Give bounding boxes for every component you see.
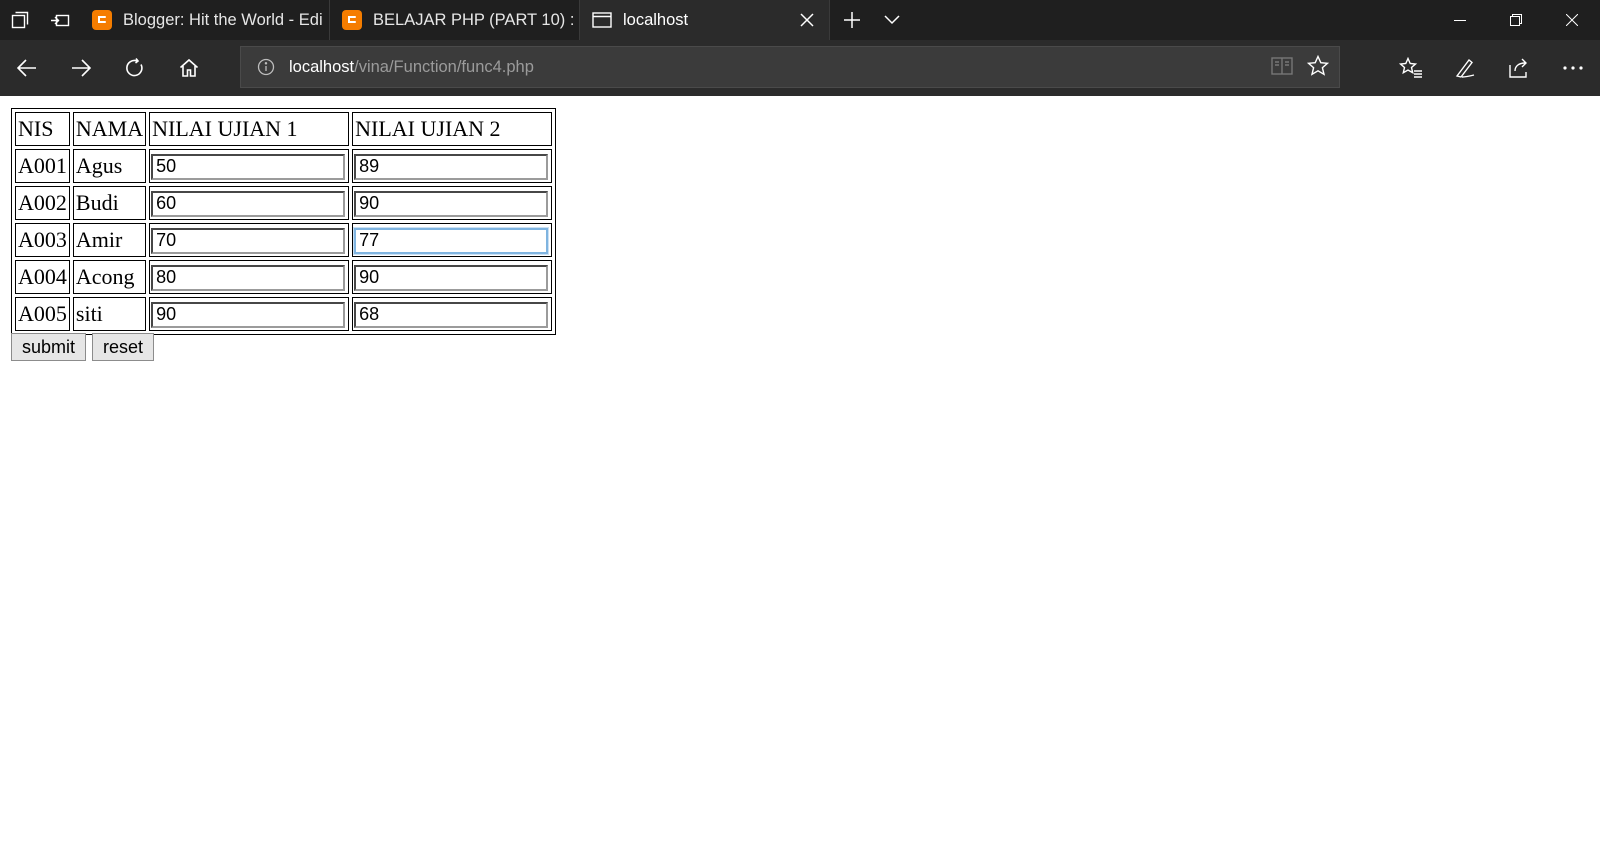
new-tab-button[interactable]: [830, 0, 874, 40]
nis-cell: A004: [15, 260, 70, 294]
forward-button[interactable]: [54, 40, 108, 96]
star-icon: [1306, 54, 1330, 76]
navigation-bar: localhost/vina/Function/func4.php: [0, 40, 1600, 96]
nilai-ujian-1-input[interactable]: [151, 301, 346, 328]
restore-icon: [1510, 14, 1522, 26]
nilai-ujian-2-input[interactable]: [354, 301, 549, 328]
url-text: localhost/vina/Function/func4.php: [289, 58, 534, 77]
page-content: NIS NAMA NILAI UJIAN 1 NILAI UJIAN 2 A00…: [0, 96, 1600, 850]
reading-view-icon: [1271, 56, 1293, 75]
pen-icon: [1455, 58, 1475, 78]
share-button[interactable]: [1492, 40, 1546, 96]
table-row: A001 Agus: [15, 149, 553, 183]
submit-button[interactable]: submit: [11, 333, 87, 361]
column-header-nilai-ujian-2: NILAI UJIAN 2: [352, 112, 553, 146]
set-aside-icon: [51, 14, 70, 27]
url-host: localhost: [289, 57, 355, 76]
table-row: A005 siti: [15, 297, 553, 331]
reading-view-button[interactable]: [1271, 56, 1293, 81]
table-header-row: NIS NAMA NILAI UJIAN 1 NILAI UJIAN 2: [15, 112, 553, 146]
table-row: A003 Amir: [15, 223, 553, 257]
refresh-button[interactable]: [108, 40, 162, 96]
tab-list-button[interactable]: [874, 0, 910, 40]
minimize-button[interactable]: [1432, 0, 1488, 40]
nis-cell: A005: [15, 297, 70, 331]
tab-blogger[interactable]: Blogger: Hit the World - Edi: [80, 0, 330, 40]
column-header-nilai-ujian-1: NILAI UJIAN 1: [149, 112, 350, 146]
close-window-button[interactable]: [1544, 0, 1600, 40]
minimize-icon: [1454, 20, 1466, 21]
form-buttons: submit reset: [11, 333, 155, 361]
favorites-hub-button[interactable]: [1384, 40, 1438, 96]
favorites-icon: [1399, 57, 1422, 78]
tab-strip: Blogger: Hit the World - Edi BELAJAR PHP…: [0, 0, 1600, 40]
nilai-ujian-2-input[interactable]: [354, 190, 549, 217]
page-icon: [592, 12, 612, 28]
nilai-ujian-2-input[interactable]: [353, 226, 550, 255]
nilai-ujian-1-input[interactable]: [151, 190, 346, 217]
chevron-down-icon: [884, 15, 900, 25]
nilai-ujian-1-input[interactable]: [151, 264, 346, 291]
tab-localhost[interactable]: localhost: [580, 0, 830, 40]
nama-cell: Acong: [72, 260, 147, 294]
refresh-icon: [126, 58, 143, 77]
home-icon: [179, 58, 199, 77]
blogger-icon: [92, 10, 112, 30]
plus-icon: [844, 12, 860, 28]
web-note-button[interactable]: [1438, 40, 1492, 96]
tab-title: Blogger: Hit the World - Edi: [123, 10, 323, 29]
url-path: /vina/Function/func4.php: [354, 57, 534, 76]
info-icon: [257, 58, 275, 76]
set-aside-tabs-button[interactable]: [40, 0, 80, 40]
address-bar[interactable]: localhost/vina/Function/func4.php: [240, 46, 1340, 88]
more-menu-button[interactable]: [1546, 40, 1600, 96]
arrow-left-icon: [17, 59, 36, 77]
column-header-nama: NAMA: [72, 112, 147, 146]
tabs-preview-icon: [11, 11, 29, 29]
nis-cell: A002: [15, 186, 70, 220]
back-button[interactable]: [0, 40, 54, 96]
table-row: A004 Acong: [15, 260, 553, 294]
nilai-ujian-1-input[interactable]: [151, 227, 346, 254]
share-icon: [1509, 58, 1527, 78]
nilai-ujian-2-input[interactable]: [354, 153, 549, 180]
grades-table: NIS NAMA NILAI UJIAN 1 NILAI UJIAN 2 A00…: [11, 108, 557, 335]
arrow-right-icon: [72, 59, 91, 77]
reset-button[interactable]: reset: [92, 333, 155, 361]
nilai-ujian-1-input[interactable]: [151, 153, 346, 180]
column-header-nis: NIS: [15, 112, 70, 146]
favorite-star-button[interactable]: [1306, 54, 1330, 82]
nama-cell: siti: [72, 297, 147, 331]
restore-button[interactable]: [1488, 0, 1544, 40]
close-icon: [800, 13, 814, 27]
nilai-ujian-2-input[interactable]: [354, 264, 549, 291]
tab-title: localhost: [623, 10, 689, 29]
nama-cell: Budi: [72, 186, 147, 220]
table-row: A002 Budi: [15, 186, 553, 220]
nama-cell: Amir: [72, 223, 147, 257]
tab-title: BELAJAR PHP (PART 10) : SE: [373, 10, 579, 29]
close-icon: [1566, 14, 1578, 26]
ellipsis-icon: [1563, 66, 1583, 70]
close-tab-button[interactable]: [797, 10, 817, 30]
home-button[interactable]: [162, 40, 216, 96]
tab-preview-button[interactable]: [0, 0, 40, 40]
nama-cell: Agus: [72, 149, 147, 183]
nis-cell: A001: [15, 149, 70, 183]
nis-cell: A003: [15, 223, 70, 257]
tab-belajar-php[interactable]: BELAJAR PHP (PART 10) : SE: [330, 0, 580, 40]
blogger-icon: [342, 10, 362, 30]
